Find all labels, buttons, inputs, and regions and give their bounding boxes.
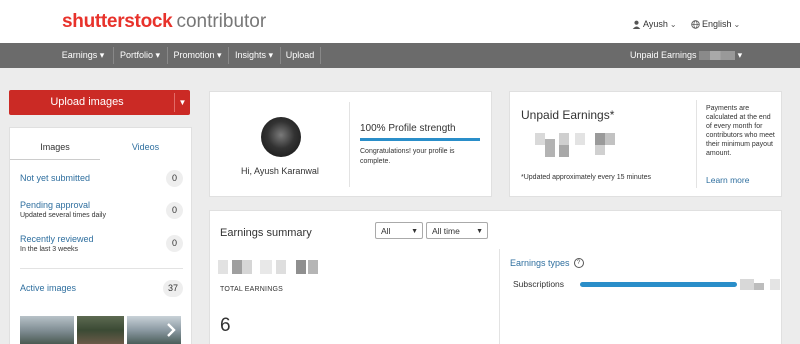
- stat-active-images: Active images 37: [20, 280, 183, 300]
- help-icon[interactable]: ?: [573, 258, 584, 268]
- upload-options-chevron-icon[interactable]: ▼: [175, 90, 190, 115]
- nav-earnings[interactable]: Earnings ▾: [53, 43, 113, 68]
- stats-divider: [20, 268, 183, 269]
- earnings-type-value: All: [381, 226, 391, 236]
- earnings-summary-title: Earnings summary: [220, 227, 312, 239]
- nav-promotion-label: Promotion: [173, 50, 215, 60]
- chevron-down-icon: ▾: [737, 50, 743, 60]
- chevron-right-icon[interactable]: [165, 323, 177, 337]
- nav-portfolio-label: Portfolio: [119, 50, 153, 60]
- shutterstock-contributor-logo[interactable]: shutterstock contributor: [62, 10, 266, 34]
- content-stats-panel: Images Videos Not yet submitted 0 Pendin…: [9, 127, 192, 344]
- nav-divider: [320, 47, 321, 64]
- total-earnings-label: TOTAL EARNINGS: [220, 286, 283, 293]
- nav-upload[interactable]: Upload: [280, 43, 320, 68]
- stat-label-not-submitted[interactable]: Not yet submitted: [20, 173, 183, 184]
- earnings-type-label: Subscriptions: [513, 279, 565, 289]
- stat-pending-approval: Pending approval Updated several times d…: [20, 200, 183, 224]
- count-badge: 0: [166, 170, 183, 187]
- chevron-down-icon: ▼: [476, 228, 483, 235]
- image-thumbnail[interactable]: [127, 316, 181, 344]
- language-label: English: [702, 19, 732, 29]
- earnings-types-title[interactable]: Earnings types ?: [510, 258, 584, 268]
- logo-brand: shutterstock: [62, 11, 173, 32]
- redacted-amount: [218, 260, 320, 274]
- earnings-summary-card: Earnings summary All ▼ All time ▼ TOTAL …: [209, 210, 782, 344]
- upload-images-button[interactable]: Upload images ▼: [9, 90, 190, 115]
- nav-insights[interactable]: Insights ▾: [228, 43, 280, 68]
- count-badge: 0: [166, 202, 183, 219]
- count-badge: 37: [163, 280, 183, 297]
- avatar[interactable]: [261, 117, 301, 157]
- total-earnings-value: 6: [220, 315, 231, 336]
- nav-unpaid-label: Unpaid Earnings: [630, 50, 697, 60]
- redacted-amount: [740, 279, 782, 290]
- time-period-select[interactable]: All time ▼: [426, 222, 488, 239]
- payments-info-text: Payments are calculated at the end of ev…: [706, 105, 775, 157]
- nav-insights-label: Insights: [234, 50, 266, 60]
- nav-unpaid-earnings[interactable]: Unpaid Earnings ▾: [630, 43, 742, 68]
- earnings-type-bar: [580, 282, 737, 287]
- stat-label-pending[interactable]: Pending approval: [20, 200, 183, 211]
- stat-label-reviewed[interactable]: Recently reviewed: [20, 234, 183, 245]
- chevron-down-icon: ▾: [99, 50, 105, 60]
- tab-images[interactable]: Images: [10, 142, 100, 152]
- earnings-type-select[interactable]: All ▼: [375, 222, 423, 239]
- chevron-down-icon: ⌄: [669, 19, 677, 29]
- chevron-down-icon: ▼: [411, 228, 418, 235]
- stat-not-yet-submitted: Not yet submitted 0: [20, 170, 183, 190]
- image-thumbnail[interactable]: [20, 316, 74, 344]
- profile-greeting: Hi, Ayush Karanwal: [241, 166, 319, 176]
- image-thumbnail[interactable]: [77, 316, 124, 344]
- summary-divider: [499, 249, 500, 344]
- logo-product: contributor: [176, 11, 267, 32]
- redacted-amount: [535, 133, 617, 157]
- tab-videos[interactable]: Videos: [100, 142, 191, 152]
- chevron-down-icon: ⌄: [733, 19, 741, 29]
- nav-earnings-label: Earnings: [61, 50, 98, 60]
- chevron-down-icon: ▾: [217, 50, 222, 60]
- learn-more-link[interactable]: Learn more: [706, 175, 749, 185]
- stat-sub-pending: Updated several times daily: [20, 212, 106, 219]
- user-icon: [632, 20, 641, 29]
- nav-promotion[interactable]: Promotion ▾: [167, 43, 228, 68]
- profile-divider: [349, 102, 350, 187]
- unpaid-earnings-title: Unpaid Earnings*: [521, 108, 615, 122]
- count-badge: 0: [166, 235, 183, 252]
- upload-images-label: Upload images: [50, 96, 124, 108]
- chevron-down-icon: ▾: [268, 50, 274, 60]
- active-tab-underline: [10, 159, 100, 160]
- user-menu[interactable]: Ayush ⌄: [632, 19, 677, 29]
- stat-label-active[interactable]: Active images: [20, 283, 183, 294]
- profile-congrats-text: Congratulations! your profile is complet…: [360, 148, 455, 165]
- unpaid-earnings-card: Unpaid Earnings* *Updated approximately …: [509, 91, 782, 197]
- profile-strength-title: 100% Profile strength: [360, 123, 456, 134]
- unpaid-divider: [696, 100, 697, 188]
- nav-upload-label: Upload: [285, 50, 315, 60]
- stat-recently-reviewed: Recently reviewed In the last 3 weeks 0: [20, 234, 183, 258]
- redacted-amount: [699, 51, 736, 61]
- language-menu[interactable]: English ⌄: [691, 19, 740, 29]
- update-frequency-note: *Updated approximately every 15 minutes: [521, 174, 651, 181]
- nav-portfolio[interactable]: Portfolio ▾: [113, 43, 167, 68]
- stat-sub-reviewed: In the last 3 weeks: [20, 246, 78, 253]
- profile-strength-bar: [360, 138, 480, 141]
- chevron-down-icon: ▾: [155, 50, 161, 60]
- user-name: Ayush: [643, 19, 668, 29]
- globe-icon: [691, 19, 700, 29]
- profile-card: Hi, Ayush Karanwal 100% Profile strength…: [209, 91, 492, 197]
- main-nav: Earnings ▾ Portfolio ▾ Promotion ▾ Insig…: [0, 43, 800, 68]
- time-period-value: All time: [432, 226, 460, 236]
- earnings-types-label: Earnings types: [510, 258, 570, 268]
- top-header: shutterstock contributor Ayush ⌄ English …: [0, 0, 800, 43]
